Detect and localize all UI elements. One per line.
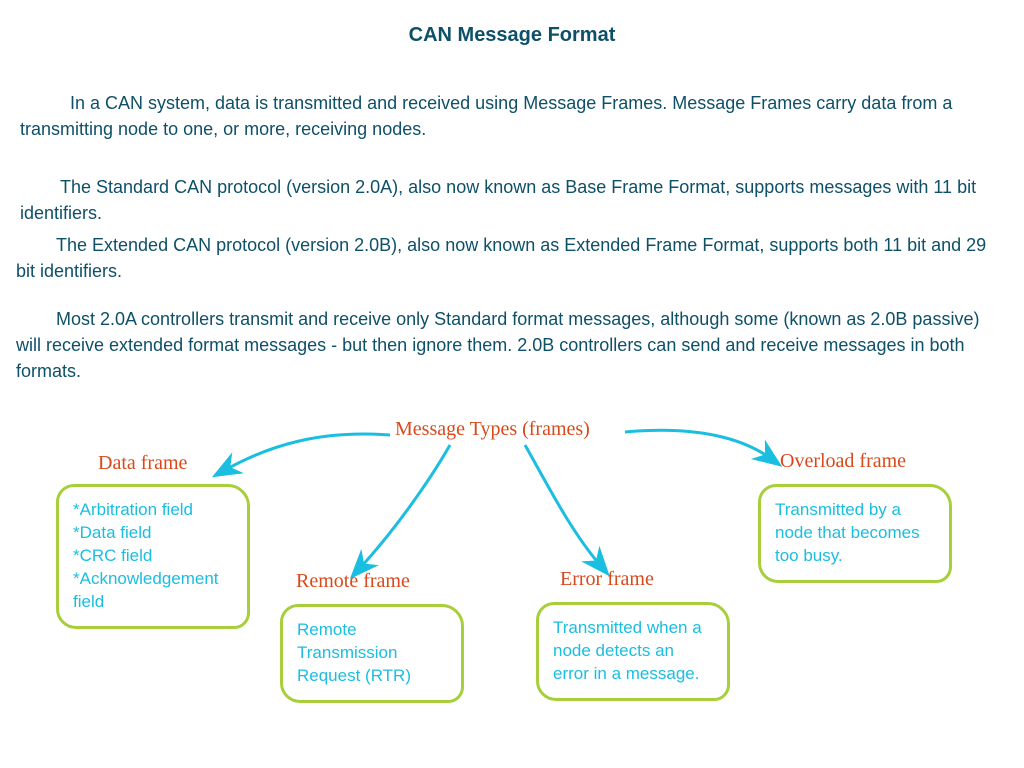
remote-frame-box: Remote Transmission Request (RTR) — [280, 604, 464, 703]
diagram-root-label: Message Types (frames) — [395, 418, 590, 441]
error-frame-label: Error frame — [560, 568, 654, 591]
overload-frame-body: Transmitted by a node that becomes too b… — [775, 499, 935, 568]
paragraph-intro: In a CAN system, data is transmitted and… — [20, 90, 1004, 142]
page-title: CAN Message Format — [0, 24, 1024, 47]
error-frame-box: Transmitted when a node detects an error… — [536, 602, 730, 701]
overload-frame-box: Transmitted by a node that becomes too b… — [758, 484, 952, 583]
remote-frame-label: Remote frame — [296, 570, 410, 593]
data-frame-body: *Arbitration field *Data field *CRC fiel… — [73, 499, 233, 614]
error-frame-body: Transmitted when a node detects an error… — [553, 617, 713, 686]
data-frame-box: *Arbitration field *Data field *CRC fiel… — [56, 484, 250, 629]
remote-frame-body: Remote Transmission Request (RTR) — [297, 619, 447, 688]
paragraph-standard: The Standard CAN protocol (version 2.0A)… — [20, 174, 1004, 226]
data-frame-label: Data frame — [98, 452, 187, 475]
overload-frame-label: Overload frame — [780, 450, 906, 473]
page: CAN Message Format In a CAN system, data… — [0, 0, 1024, 768]
paragraph-extended: The Extended CAN protocol (version 2.0B)… — [16, 232, 1006, 284]
paragraph-controllers: Most 2.0A controllers transmit and recei… — [16, 306, 1006, 384]
